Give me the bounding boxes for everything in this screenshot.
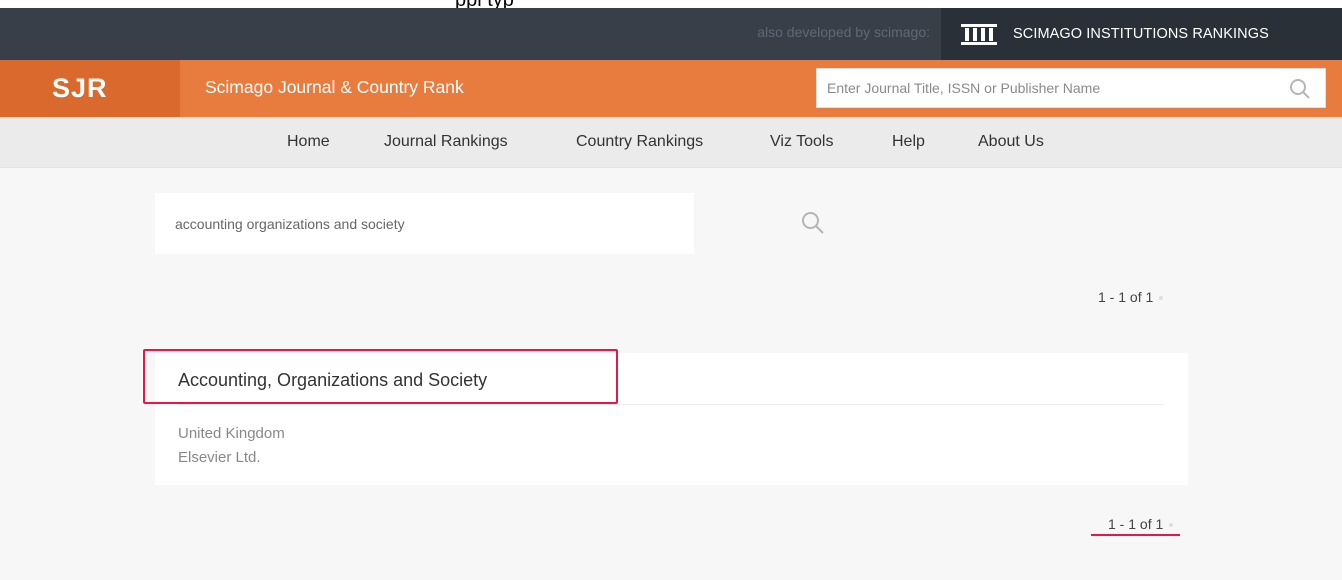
also-developed-label: also developed by scimago: xyxy=(757,24,930,40)
highlight-annotation xyxy=(143,349,618,404)
header-bar: SJR Scimago Journal & Country Rank xyxy=(0,60,1342,117)
sjr-logo[interactable]: SJR xyxy=(0,60,180,117)
pagination-dot xyxy=(1159,296,1164,301)
journal-search-input[interactable] xyxy=(155,193,625,254)
header-search xyxy=(816,68,1326,108)
search-icon[interactable] xyxy=(1289,78,1311,100)
search-icon[interactable] xyxy=(801,211,825,235)
site-title[interactable]: Scimago Journal & Country Rank xyxy=(205,77,464,98)
pagination-label: 1 - 1 of 1 xyxy=(1108,516,1164,532)
pagination-label: 1 - 1 of 1 xyxy=(1098,289,1154,305)
journal-publisher: Elsevier Ltd. xyxy=(178,449,261,466)
nav-journal-rankings[interactable]: Journal Rankings xyxy=(384,133,508,151)
nav-about-us[interactable]: About Us xyxy=(978,133,1044,151)
sir-label: SCIMAGO INSTITUTIONS RANKINGS xyxy=(1013,26,1269,42)
divider xyxy=(178,404,1164,405)
main-nav: Home Journal Rankings Country Rankings V… xyxy=(0,117,1342,168)
pagination-dot xyxy=(1169,523,1174,528)
pagination-top: 1 - 1 of 1 xyxy=(1098,289,1164,305)
nav-help[interactable]: Help xyxy=(892,133,925,151)
nav-viz-tools[interactable]: Viz Tools xyxy=(770,133,833,151)
nav-home[interactable]: Home xyxy=(287,133,330,151)
top-clipped-strip: ppl typ xyxy=(0,0,1342,11)
pagination-bottom: 1 - 1 of 1 xyxy=(1108,516,1174,532)
header-search-input[interactable] xyxy=(817,69,1277,107)
underline-annotation xyxy=(1091,534,1180,536)
top-bar: also developed by scimago: SCIMAGO INSTI… xyxy=(0,8,1342,60)
sir-link[interactable]: SCIMAGO INSTITUTIONS RANKINGS xyxy=(941,8,1342,60)
journal-search xyxy=(155,193,824,254)
nav-country-rankings[interactable]: Country Rankings xyxy=(576,133,703,151)
institution-icon xyxy=(959,22,999,46)
journal-country: United Kingdom xyxy=(178,425,285,442)
